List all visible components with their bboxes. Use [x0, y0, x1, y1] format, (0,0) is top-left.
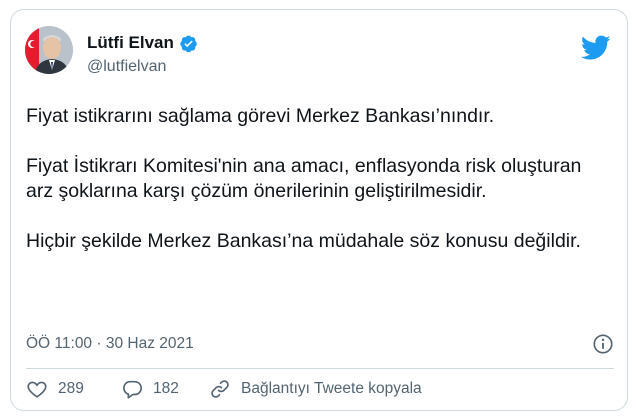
copy-link-label: Bağlantıyı Tweete kopyala — [241, 380, 422, 397]
divider — [26, 368, 614, 369]
tweet-actions: 289 182 Bağlantıyı Tweete kopyala — [26, 376, 422, 402]
tweet-card: Lütfi Elvan @lutfielvan Fiyat istikrarın… — [10, 9, 628, 411]
author-handle[interactable]: @lutfielvan — [87, 58, 166, 76]
like-count: 289 — [58, 380, 84, 397]
like-button[interactable]: 289 — [26, 378, 121, 400]
copy-link-button[interactable]: Bağlantıyı Tweete kopyala — [209, 378, 422, 400]
tweet-timestamp[interactable]: ÖÖ 11:00 · 30 Haz 2021 — [26, 335, 194, 353]
verified-badge-icon — [179, 34, 198, 53]
author-name-row: Lütfi Elvan — [87, 33, 198, 53]
tweet-paragraph: Fiyat İstikrarı Komitesi'nin ana amacı, … — [26, 155, 582, 202]
reply-count: 182 — [153, 380, 179, 397]
heart-icon — [27, 381, 47, 398]
link-icon — [211, 380, 229, 398]
tweet-paragraph: Hiçbir şekilde Merkez Bankası’na müdahal… — [26, 230, 581, 252]
author-name[interactable]: Lütfi Elvan — [87, 33, 174, 53]
reply-button[interactable]: 182 — [121, 378, 209, 400]
avatar[interactable] — [25, 26, 73, 74]
tweet-paragraph: Fiyat istikrarını sağlama görevi Merkez … — [26, 105, 495, 127]
reply-icon — [123, 380, 142, 399]
twitter-bird-icon[interactable] — [580, 32, 611, 62]
info-icon[interactable] — [592, 333, 614, 355]
tweet-meta: ÖÖ 11:00 · 30 Haz 2021 — [26, 333, 614, 359]
tweet-text: Fiyat istikrarını sağlama görevi Merkez … — [26, 104, 611, 279]
